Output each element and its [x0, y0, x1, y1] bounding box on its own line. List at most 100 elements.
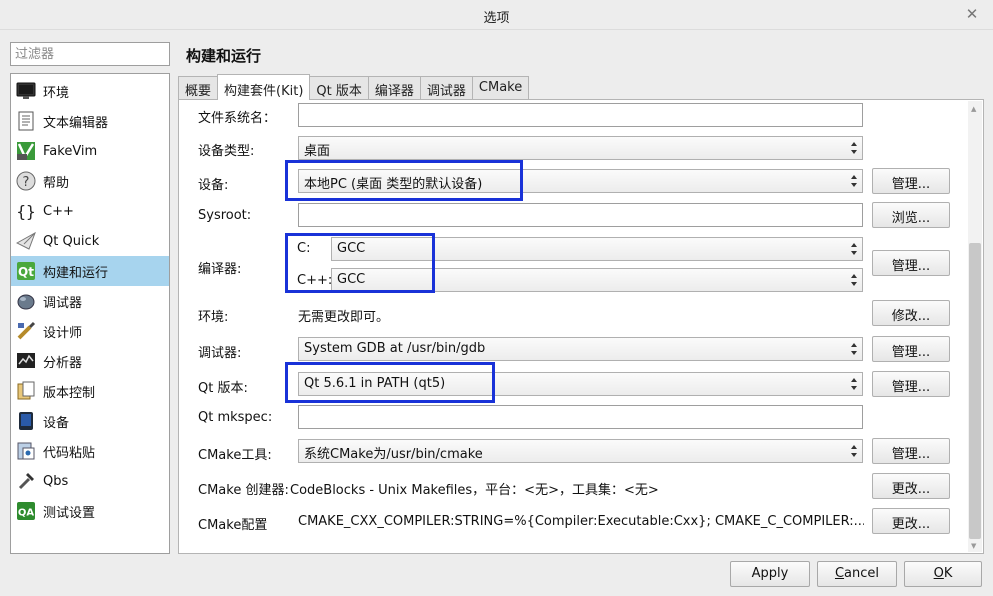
compiler-label: 编译器:: [198, 262, 242, 277]
category-label: Qbs: [43, 473, 69, 489]
svg-text:{}: {}: [16, 202, 35, 221]
ok-mnemonic: O: [933, 566, 944, 581]
window-title: 选项: [483, 11, 510, 26]
category-label: 分析器: [43, 355, 83, 371]
ok-button[interactable]: OK: [904, 561, 982, 587]
highlight-box-device: [285, 160, 523, 201]
tab-cmake[interactable]: CMake: [471, 76, 530, 100]
cancel-mnemonic: C: [834, 566, 845, 581]
tab-bar: 概要 构建套件(Kit) Qt 版本 编译器 调试器 CMake: [178, 74, 530, 100]
category-debugger[interactable]: 调试器: [11, 286, 169, 316]
category-test-settings[interactable]: QA 测试设置: [11, 496, 169, 526]
category-fakevim[interactable]: FakeVim: [11, 136, 169, 166]
compiler-manage-button[interactable]: 管理...: [872, 250, 950, 276]
environment-change-button[interactable]: 修改...: [872, 300, 950, 326]
tab-kits[interactable]: 构建套件(Kit): [217, 74, 311, 100]
device-type-combo[interactable]: 桌面: [298, 136, 863, 160]
sysroot-input[interactable]: [298, 203, 863, 227]
cmake-tool-combo[interactable]: 系统CMake为/usr/bin/cmake: [298, 439, 863, 463]
tab-overview[interactable]: 概要: [178, 76, 219, 100]
cmake-generator-value: CodeBlocks - Unix Makefiles，平台：<无>，工具集：<…: [290, 483, 659, 498]
cmake-config-change-button[interactable]: 更改...: [872, 508, 950, 534]
tab-compilers[interactable]: 编译器: [367, 76, 421, 100]
category-devices[interactable]: 设备: [11, 406, 169, 436]
device-label: 设备:: [198, 178, 229, 193]
build-run-icon: Qt: [15, 260, 37, 282]
combo-arrows-icon: [851, 445, 857, 457]
filter-input[interactable]: [10, 42, 170, 66]
category-label: 设计师: [43, 325, 83, 341]
device-type-value: 桌面: [304, 144, 331, 159]
cmake-tool-manage-button[interactable]: 管理...: [872, 438, 950, 464]
category-cpp[interactable]: {} C++: [11, 196, 169, 226]
category-environment[interactable]: 环境: [11, 76, 169, 106]
page-title: 构建和运行: [186, 47, 262, 65]
help-icon: ?: [15, 170, 37, 192]
category-label: C++: [43, 203, 74, 219]
category-label: 文本编辑器: [43, 115, 109, 131]
tab-debuggers[interactable]: 调试器: [419, 76, 473, 100]
svg-text:QA: QA: [18, 508, 35, 519]
category-designer[interactable]: 设计师: [11, 316, 169, 346]
monitor-icon: [15, 80, 37, 102]
category-label: FakeVim: [43, 143, 98, 159]
debugger-value: System GDB at /usr/bin/gdb: [304, 341, 486, 356]
svg-text:?: ?: [23, 175, 30, 190]
sysroot-browse-button[interactable]: 浏览...: [872, 202, 950, 228]
category-help[interactable]: ? 帮助: [11, 166, 169, 196]
braces-icon: {}: [15, 200, 37, 222]
paper-plane-icon: [15, 230, 37, 252]
device-icon: [15, 410, 37, 432]
qt-mkspec-input[interactable]: [298, 405, 863, 429]
filesystem-name-label: 文件系统名：: [198, 111, 277, 126]
apply-button[interactable]: Apply: [730, 561, 810, 587]
close-icon[interactable]: ✕: [963, 5, 981, 23]
debugger-icon: [15, 290, 37, 312]
cmake-tool-value: 系统CMake为/usr/bin/cmake: [304, 447, 483, 462]
code-paste-icon: [15, 440, 37, 462]
debugger-manage-button[interactable]: 管理...: [872, 336, 950, 362]
device-type-label: 设备类型:: [198, 144, 255, 159]
cmake-generator-label: CMake 创建器:: [198, 483, 289, 498]
category-qbs[interactable]: Qbs: [11, 466, 169, 496]
debugger-combo[interactable]: System GDB at /usr/bin/gdb: [298, 337, 863, 361]
qt-version-manage-button[interactable]: 管理...: [872, 371, 950, 397]
category-text-editor[interactable]: 文本编辑器: [11, 106, 169, 136]
tab-qt-versions[interactable]: Qt 版本: [309, 76, 369, 100]
category-analyzer[interactable]: 分析器: [11, 346, 169, 376]
category-label: 设备: [43, 415, 70, 431]
sysroot-label: Sysroot:: [198, 208, 252, 223]
category-build-run[interactable]: Qt 构建和运行: [11, 256, 169, 286]
category-code-paste[interactable]: 代码粘贴: [11, 436, 169, 466]
environment-value: 无需更改即可。: [298, 310, 390, 325]
combo-arrows-icon: [851, 378, 857, 390]
scroll-down-icon[interactable]: ▼: [971, 542, 976, 550]
cmake-config-label: CMake配置: [198, 518, 268, 533]
qt-version-label: Qt 版本:: [198, 381, 248, 396]
cancel-button[interactable]: Cancel: [817, 561, 897, 587]
scroll-up-icon[interactable]: ▲: [971, 105, 976, 113]
device-manage-button[interactable]: 管理...: [872, 168, 950, 194]
filesystem-name-input[interactable]: [298, 103, 863, 127]
qt-mkspec-label: Qt mkspec:: [198, 410, 273, 425]
hammer-icon: [15, 470, 37, 492]
text-document-icon: [15, 110, 37, 132]
combo-arrows-icon: [851, 175, 857, 187]
analyzer-icon: [15, 350, 37, 372]
cmake-config-value: CMAKE_CXX_COMPILER:STRING=%{Compiler:Exe…: [298, 514, 864, 529]
category-label: 代码粘贴: [43, 445, 96, 461]
highlight-box-qt-version: [285, 362, 495, 403]
category-version-control[interactable]: 版本控制: [11, 376, 169, 406]
panel-scrollbar[interactable]: ▲ ▼: [968, 101, 982, 552]
title-bar: 选项 ✕: [0, 0, 993, 30]
category-list: 环境 文本编辑器 FakeVim ? 帮助 {} C++ Qt Quick Qt…: [10, 73, 170, 554]
scrollbar-thumb[interactable]: [969, 243, 981, 539]
category-qt-quick[interactable]: Qt Quick: [11, 226, 169, 256]
fakevim-icon: [15, 140, 37, 162]
version-control-icon: [15, 380, 37, 402]
cmake-generator-change-button[interactable]: 更改...: [872, 473, 950, 499]
combo-arrows-icon: [851, 274, 857, 286]
designer-icon: [15, 320, 37, 342]
combo-arrows-icon: [851, 142, 857, 154]
combo-arrows-icon: [851, 343, 857, 355]
